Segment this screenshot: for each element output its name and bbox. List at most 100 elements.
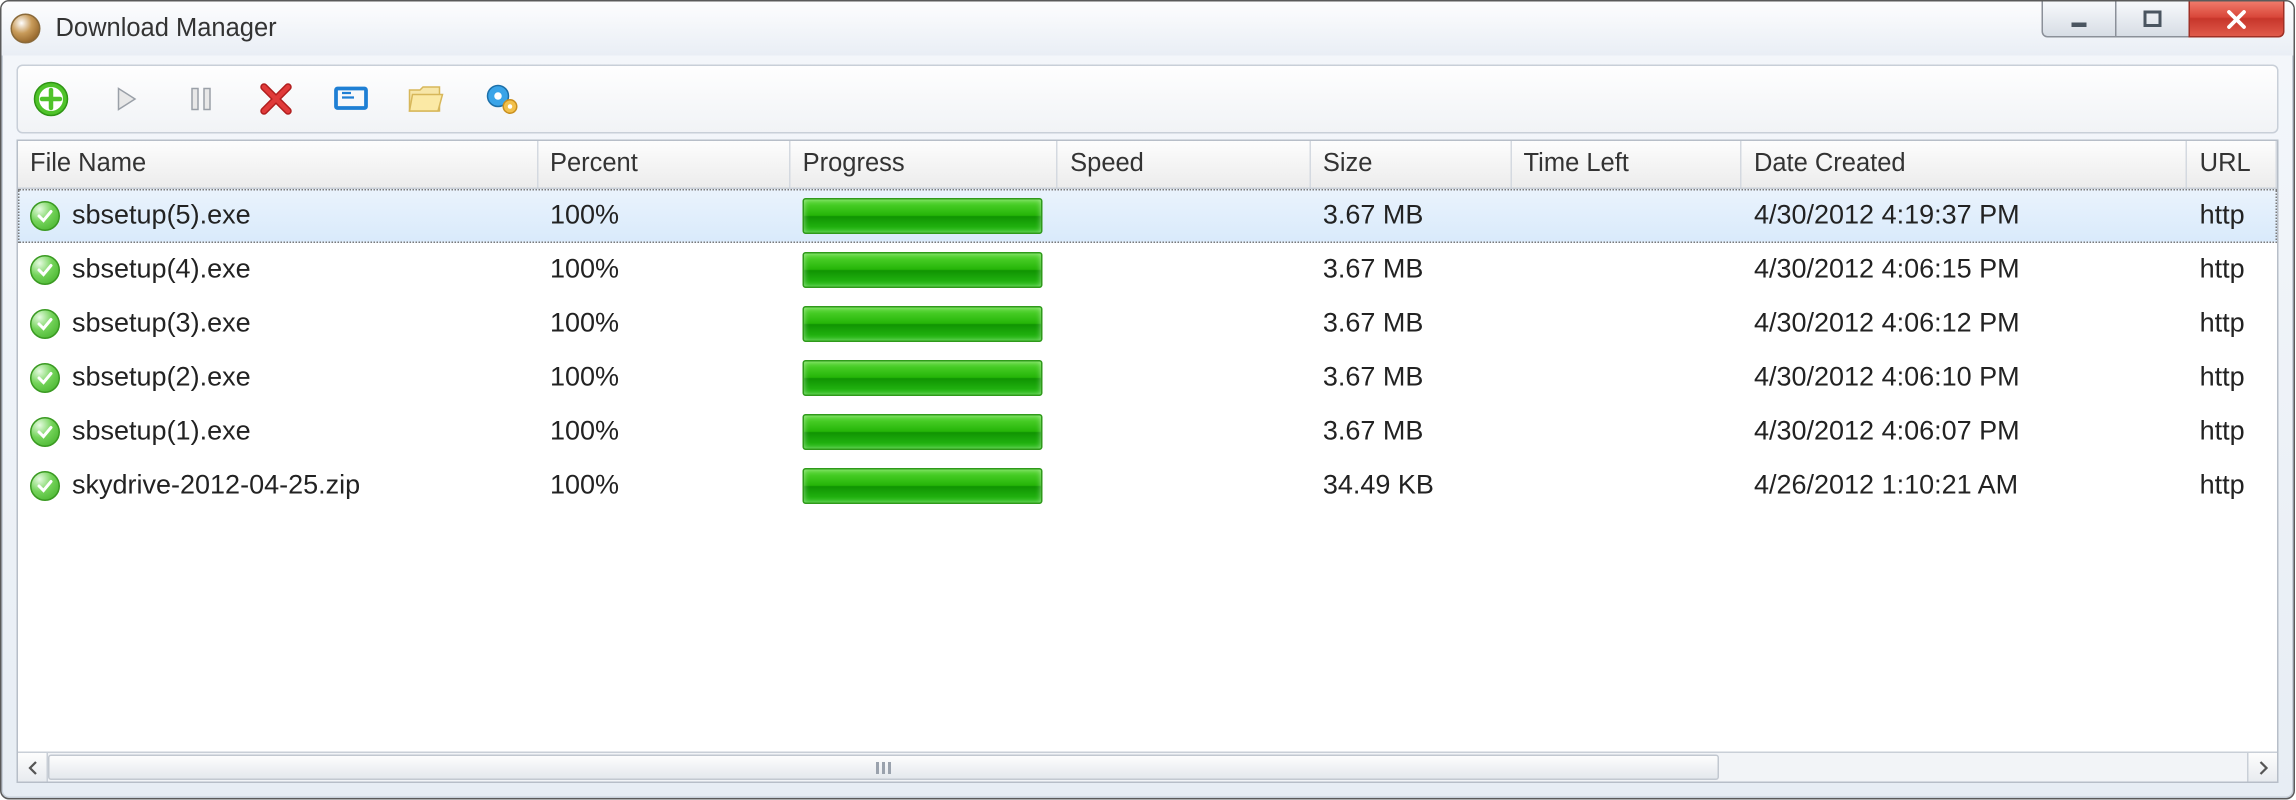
table-row[interactable]: sbsetup(1).exe 100% 3.67 MB 4/30/2012 4:…	[18, 405, 2277, 459]
cell-size: 3.67 MB	[1311, 351, 1512, 404]
cell-size: 3.67 MB	[1311, 297, 1512, 350]
cell-speed	[1058, 405, 1311, 458]
settings-button[interactable]	[480, 78, 522, 120]
filename-text: skydrive-2012-04-25.zip	[72, 470, 360, 502]
filename-text: sbsetup(1).exe	[72, 416, 251, 448]
filename-text: sbsetup(4).exe	[72, 254, 251, 286]
toolbar	[17, 65, 2279, 134]
cell-timeleft	[1512, 405, 1742, 458]
cell-filename: sbsetup(2).exe	[18, 351, 538, 404]
delete-button[interactable]	[255, 78, 297, 120]
filename-text: sbsetup(2).exe	[72, 362, 251, 394]
cell-percent: 100%	[538, 459, 791, 512]
column-header-datecreated[interactable]: Date Created	[1742, 141, 2188, 188]
chevron-right-icon	[2257, 760, 2269, 775]
table-row[interactable]: skydrive-2012-04-25.zip 100% 34.49 KB 4/…	[18, 459, 2277, 513]
column-header-size[interactable]: Size	[1311, 141, 1512, 188]
cell-filename: sbsetup(5).exe	[18, 189, 538, 242]
downloads-table: File Name Percent Progress Speed Size Ti…	[17, 140, 2279, 784]
progress-bar	[803, 197, 1043, 233]
column-header-filename[interactable]: File Name	[18, 141, 538, 188]
cell-datecreated: 4/30/2012 4:06:10 PM	[1742, 351, 2188, 404]
cell-url: http	[2188, 459, 2277, 512]
cell-percent: 100%	[538, 351, 791, 404]
cell-timeleft	[1512, 243, 1742, 296]
table-row[interactable]: sbsetup(3).exe 100% 3.67 MB 4/30/2012 4:…	[18, 297, 2277, 351]
view-button[interactable]	[330, 78, 372, 120]
cell-url: http	[2188, 405, 2277, 458]
cell-progress	[791, 243, 1059, 296]
horizontal-scrollbar[interactable]	[18, 752, 2277, 782]
cell-size: 3.67 MB	[1311, 405, 1512, 458]
close-button[interactable]	[2189, 2, 2285, 38]
titlebar[interactable]: Download Manager	[2, 2, 2294, 56]
column-header-progress[interactable]: Progress	[791, 141, 1059, 188]
cell-timeleft	[1512, 189, 1742, 242]
table-header: File Name Percent Progress Speed Size Ti…	[18, 141, 2277, 189]
check-icon	[30, 254, 60, 284]
cell-datecreated: 4/30/2012 4:06:12 PM	[1742, 297, 2188, 350]
cell-filename: skydrive-2012-04-25.zip	[18, 459, 538, 512]
cell-speed	[1058, 297, 1311, 350]
pause-button[interactable]	[180, 78, 222, 120]
column-header-timeleft[interactable]: Time Left	[1512, 141, 1742, 188]
table-row[interactable]: sbsetup(5).exe 100% 3.67 MB 4/30/2012 4:…	[18, 189, 2277, 243]
cell-percent: 100%	[538, 189, 791, 242]
cell-percent: 100%	[538, 405, 791, 458]
progress-bar	[803, 251, 1043, 287]
minimize-icon	[2069, 8, 2090, 29]
column-header-speed[interactable]: Speed	[1058, 141, 1311, 188]
check-icon	[30, 200, 60, 230]
minimize-button[interactable]	[2042, 2, 2117, 38]
app-icon	[11, 14, 41, 44]
scroll-thumb[interactable]	[48, 755, 1719, 781]
cell-percent: 100%	[538, 243, 791, 296]
table-row[interactable]: sbsetup(2).exe 100% 3.67 MB 4/30/2012 4:…	[18, 351, 2277, 405]
cell-progress	[791, 189, 1059, 242]
download-manager-window: Download Manager	[0, 0, 2295, 800]
table-row[interactable]: sbsetup(4).exe 100% 3.67 MB 4/30/2012 4:…	[18, 243, 2277, 297]
pause-icon	[186, 84, 216, 114]
cell-url: http	[2188, 243, 2277, 296]
window-controls	[2043, 2, 2285, 38]
maximize-button[interactable]	[2115, 2, 2190, 38]
cell-filename: sbsetup(3).exe	[18, 297, 538, 350]
cell-datecreated: 4/30/2012 4:06:07 PM	[1742, 405, 2188, 458]
cell-datecreated: 4/30/2012 4:06:15 PM	[1742, 243, 2188, 296]
cell-progress	[791, 351, 1059, 404]
resume-button[interactable]	[105, 78, 147, 120]
table-body: sbsetup(5).exe 100% 3.67 MB 4/30/2012 4:…	[18, 189, 2277, 752]
progress-bar	[803, 305, 1043, 341]
add-icon	[33, 81, 69, 117]
scroll-right-button[interactable]	[2247, 753, 2277, 782]
cell-progress	[791, 405, 1059, 458]
filename-text: sbsetup(3).exe	[72, 308, 251, 340]
settings-gear-icon	[483, 81, 519, 117]
maximize-icon	[2142, 8, 2163, 29]
open-folder-button[interactable]	[405, 78, 447, 120]
scroll-left-button[interactable]	[18, 753, 48, 782]
cell-progress	[791, 297, 1059, 350]
progress-bar	[803, 467, 1043, 503]
cell-size: 34.49 KB	[1311, 459, 1512, 512]
column-header-percent[interactable]: Percent	[538, 141, 791, 188]
cell-speed	[1058, 243, 1311, 296]
column-header-url[interactable]: URL	[2188, 141, 2277, 188]
progress-bar	[803, 359, 1043, 395]
screen-icon	[333, 81, 369, 117]
cell-progress	[791, 459, 1059, 512]
cell-size: 3.67 MB	[1311, 189, 1512, 242]
cell-timeleft	[1512, 297, 1742, 350]
add-button[interactable]	[30, 78, 72, 120]
cell-speed	[1058, 459, 1311, 512]
cell-url: http	[2188, 297, 2277, 350]
filename-text: sbsetup(5).exe	[72, 200, 251, 232]
cell-speed	[1058, 351, 1311, 404]
close-icon	[2225, 7, 2249, 31]
window-title: Download Manager	[56, 14, 277, 44]
cell-url: http	[2188, 189, 2277, 242]
cell-timeleft	[1512, 459, 1742, 512]
scroll-track[interactable]	[48, 753, 2247, 782]
progress-bar	[803, 413, 1043, 449]
cell-datecreated: 4/30/2012 4:19:37 PM	[1742, 189, 2188, 242]
